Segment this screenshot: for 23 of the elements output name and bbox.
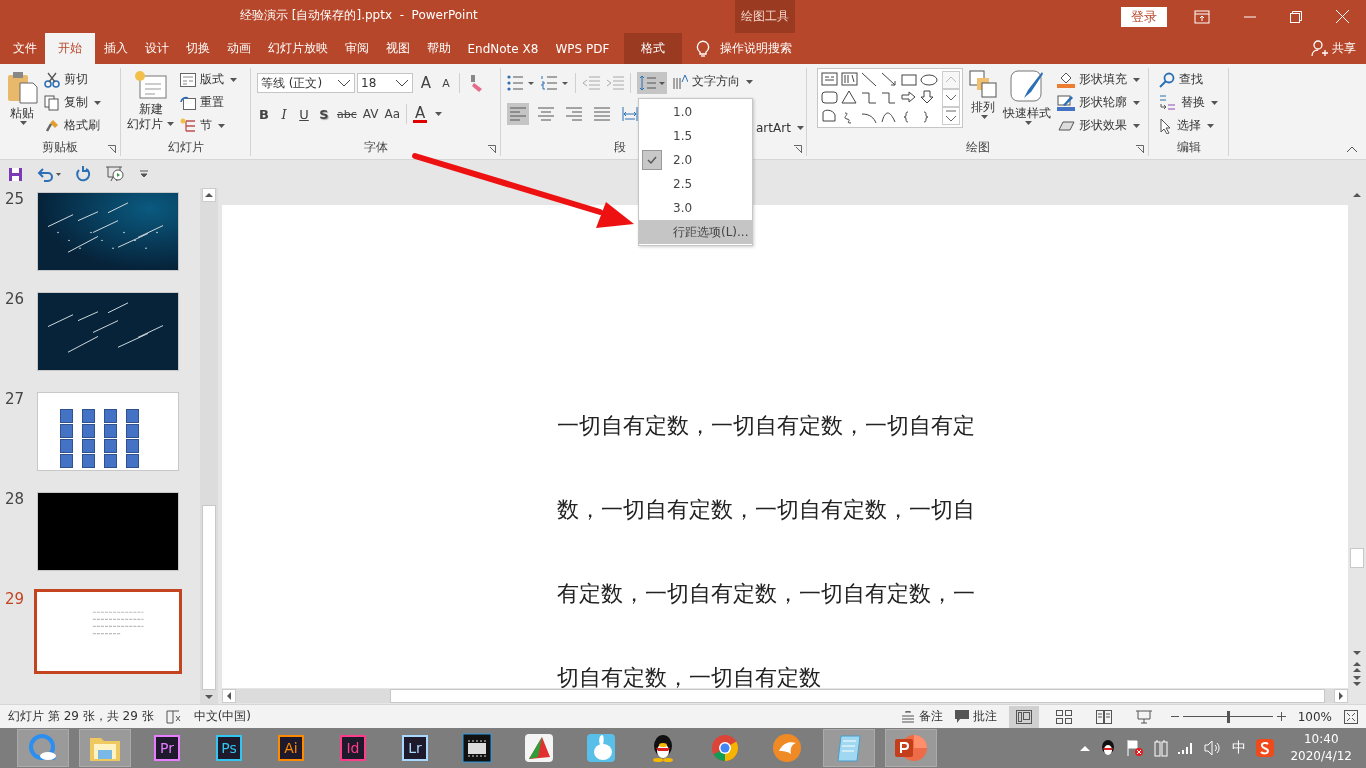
group-label: 剪贴板 xyxy=(41,139,79,156)
slide-text-line: 有定数，一切自有定数，一切自有定数，一 xyxy=(557,581,976,607)
group-label: 字体 xyxy=(362,139,389,156)
app-tile-icon: Pr xyxy=(154,735,180,761)
window-title: 经验演示 [自动保存的].pptx - PowerPoint xyxy=(239,7,479,24)
group-label: 段 xyxy=(614,139,626,156)
slide-number: 25 xyxy=(4,190,26,208)
slide-number: 26 xyxy=(4,290,26,308)
slide-number: 27 xyxy=(4,390,26,408)
app-tile-icon: Lr xyxy=(402,735,428,761)
slide-text-line: 切自有定数，一切自有定数 xyxy=(557,665,822,691)
group-label: 编辑 xyxy=(1175,139,1202,156)
group-label: 幻灯片 xyxy=(166,139,205,156)
app-tile-icon: Id xyxy=(340,735,366,761)
slide-text-line: 一切自有定数，一切自有定数，一切自有定 xyxy=(557,413,976,439)
context-group-label: 绘图工具 xyxy=(741,8,789,25)
app-tile-icon: Ps xyxy=(216,735,242,761)
app-tile-icon: Ai xyxy=(278,735,304,761)
slide-number: 28 xyxy=(4,490,26,508)
group-label: 绘图 xyxy=(964,139,991,156)
slide-count-status: 幻灯片 第 29 张，共 29 张 xyxy=(8,708,154,725)
slide-number: 29 xyxy=(4,590,26,608)
slide-text-line: 数，一切自有定数，一切自有定数，一切自 xyxy=(557,497,976,523)
